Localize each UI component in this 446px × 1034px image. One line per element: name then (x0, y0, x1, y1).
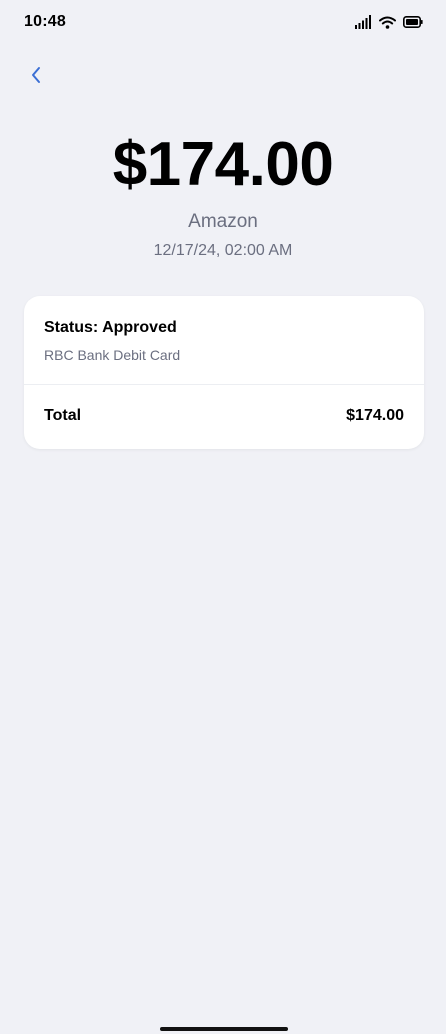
battery-icon (403, 16, 423, 28)
signal-icon (355, 15, 371, 29)
home-indicator[interactable] (160, 1027, 288, 1031)
transaction-details-card: Status: Approved RBC Bank Debit Card Tot… (24, 296, 424, 449)
wifi-icon (379, 16, 396, 29)
total-value: $174.00 (346, 407, 404, 424)
total-row: Total $174.00 (24, 385, 424, 449)
back-button[interactable] (22, 60, 50, 90)
transaction-amount: $174.00 (112, 130, 334, 199)
status-icons (355, 15, 423, 29)
transaction-datetime: 12/17/24, 02:00 AM (153, 242, 293, 259)
status-label: Status: Approved (44, 319, 177, 336)
chevron-left-icon (32, 67, 40, 83)
status-section: Status: Approved RBC Bank Debit Card (24, 296, 424, 385)
merchant-name: Amazon (188, 211, 258, 232)
status-bar: 10:48 (0, 0, 446, 46)
payment-method: RBC Bank Debit Card (44, 347, 181, 363)
total-label: Total (44, 407, 82, 424)
status-time: 10:48 (24, 13, 66, 30)
